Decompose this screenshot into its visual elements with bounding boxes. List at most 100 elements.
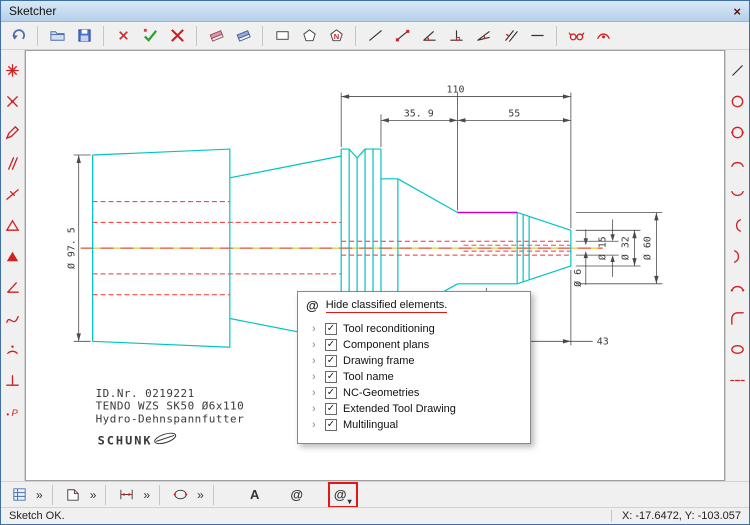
title-bar[interactable]: Sketcher × (1, 1, 749, 22)
line-tool-button[interactable] (363, 24, 387, 48)
checkbox[interactable]: ✓ (325, 419, 337, 431)
circle-button[interactable] (726, 89, 750, 113)
expander-icon[interactable]: › (312, 355, 319, 367)
eraser-blue-button[interactable] (231, 24, 255, 48)
line-points-tool-button[interactable] (390, 24, 414, 48)
separator (103, 25, 104, 46)
open-button[interactable] (45, 24, 69, 48)
save-button[interactable] (72, 24, 96, 48)
point-p-button[interactable]: P (1, 399, 25, 423)
horizontal-line-tool-button[interactable] (525, 24, 549, 48)
accept-button[interactable] (138, 24, 162, 48)
snap-point-button[interactable] (1, 89, 25, 113)
circle-points-button[interactable] (726, 120, 750, 144)
arc-endpoints-button[interactable] (726, 275, 750, 299)
polygon-tool-icon (302, 29, 316, 42)
undo-button[interactable] (6, 24, 30, 48)
views-expand-chevron[interactable]: » (35, 488, 44, 502)
views-button[interactable] (7, 483, 31, 507)
item-label[interactable]: NC-Geometries (343, 387, 419, 399)
classified-elements-button[interactable]: @ ▾ (332, 483, 354, 507)
delete-button[interactable] (111, 24, 135, 48)
ellipse-button[interactable] (168, 483, 192, 507)
arc-right-button[interactable] (726, 244, 750, 268)
dashed-line-button[interactable] (726, 368, 750, 392)
checkbox[interactable]: ✓ (325, 339, 337, 351)
item-label[interactable]: Tool reconditioning (343, 323, 435, 335)
angle-line-tool-button[interactable] (417, 24, 441, 48)
item-label[interactable]: Multilingual (343, 419, 398, 431)
display-options-button[interactable] (591, 24, 615, 48)
triangle-filled-icon (6, 251, 19, 261)
save-icon (77, 29, 91, 42)
sketcher-window: Sketcher × N P 110 35. 9 55 Ø 97. 5 Ø 6 … (0, 0, 750, 525)
arc-left-button[interactable] (726, 213, 750, 237)
fillet-button[interactable] (726, 306, 750, 330)
view-glasses-icon (568, 32, 584, 41)
triangle-button[interactable] (1, 213, 25, 237)
sketch-pencil-button[interactable] (1, 120, 25, 144)
title-block: ID.Nr. 0219221 TENDO WZS SK50 Ø6x110 Hyd… (96, 387, 244, 448)
snap-star-button[interactable] (1, 58, 25, 82)
ellipse-icon (173, 489, 187, 500)
snap-star-icon (6, 63, 19, 77)
spline-button[interactable] (1, 306, 25, 330)
separator (159, 484, 161, 505)
dimension-expand-chevron[interactable]: » (142, 488, 151, 502)
perpendicular-tool-icon (449, 30, 463, 41)
horizontal-line-tool-icon (530, 34, 544, 37)
expander-icon[interactable]: › (312, 371, 319, 383)
polygon-n-tool-button[interactable]: N (324, 24, 348, 48)
expander-icon[interactable]: › (312, 403, 319, 415)
cancel-button[interactable] (165, 24, 189, 48)
checkbox[interactable]: ✓ (325, 387, 337, 399)
separator (37, 25, 38, 46)
checkbox[interactable]: ✓ (325, 371, 337, 383)
item-label[interactable]: Extended Tool Drawing (343, 403, 456, 415)
undo-icon (11, 29, 25, 40)
ellipse-expand-chevron[interactable]: » (196, 488, 205, 502)
expander-icon[interactable]: › (312, 419, 319, 431)
two-lines-button[interactable] (1, 151, 25, 175)
dim-32: Ø 32 (620, 236, 632, 260)
expander-icon[interactable]: › (312, 387, 319, 399)
angle-line-tool-icon (422, 31, 436, 41)
checkbox[interactable]: ✓ (325, 323, 337, 335)
arc-down-button[interactable] (726, 182, 750, 206)
angle-tool-button[interactable] (471, 24, 495, 48)
polygon-tool-button[interactable] (297, 24, 321, 48)
hide-classified-elements-command[interactable]: Hide classified elements. (325, 299, 448, 313)
item-label[interactable]: Tool name (343, 371, 394, 383)
view-glasses-button[interactable] (564, 24, 588, 48)
ellipse-tool-button[interactable] (726, 337, 750, 361)
checkbox[interactable]: ✓ (325, 355, 337, 367)
contour-select-button[interactable] (61, 483, 85, 507)
angle-button[interactable] (1, 275, 25, 299)
triangle-filled-button[interactable] (1, 244, 25, 268)
arc-point-button[interactable] (1, 337, 25, 361)
parallel-tool-button[interactable] (498, 24, 522, 48)
diagonal-line-button[interactable] (726, 58, 750, 82)
text-tool-button[interactable]: A (244, 483, 266, 507)
at-tool-button[interactable]: @ (286, 483, 308, 507)
angle-icon (7, 281, 19, 293)
perpendicular-snap-button[interactable] (1, 368, 25, 392)
diagonal-line-icon (732, 64, 743, 76)
dim-35-9: 35. 9 (404, 108, 434, 119)
item-label[interactable]: Drawing frame (343, 355, 415, 367)
dimension-button[interactable] (114, 483, 138, 507)
item-label[interactable]: Component plans (343, 339, 429, 351)
contour-expand-chevron[interactable]: » (89, 488, 98, 502)
perpendicular-icon (6, 374, 19, 386)
perpendicular-tool-button[interactable] (444, 24, 468, 48)
dim-97-5: Ø 97. 5 (66, 227, 78, 269)
arc-up-button[interactable] (726, 151, 750, 175)
rectangle-tool-button[interactable] (270, 24, 294, 48)
expander-icon[interactable]: › (312, 323, 319, 335)
circle-points-icon (731, 126, 744, 138)
expander-icon[interactable]: › (312, 339, 319, 351)
close-button[interactable]: × (717, 4, 741, 19)
eraser-pink-button[interactable] (204, 24, 228, 48)
checkbox[interactable]: ✓ (325, 403, 337, 415)
line-midpoint-button[interactable] (1, 182, 25, 206)
